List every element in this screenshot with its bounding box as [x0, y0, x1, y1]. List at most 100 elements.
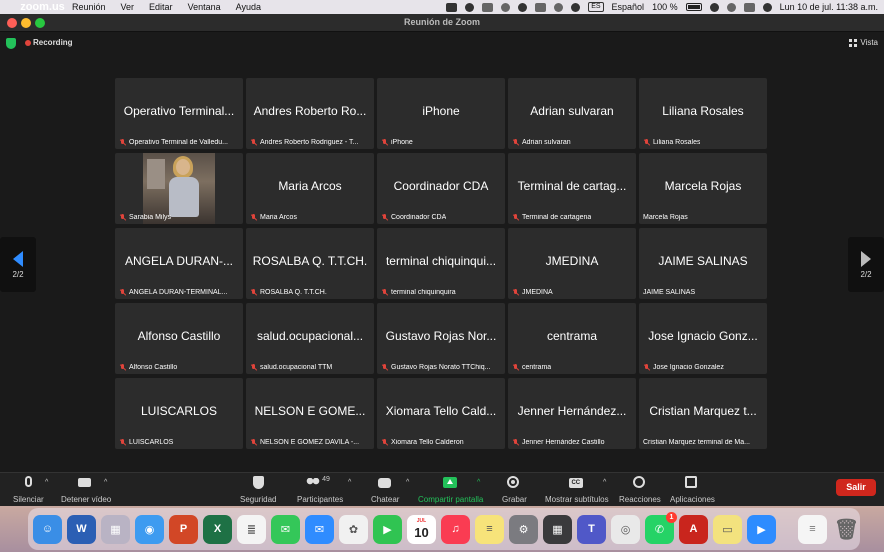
trash-icon[interactable]: 🗑: [832, 515, 861, 544]
previous-page-button[interactable]: 2/2: [0, 237, 36, 292]
word-icon[interactable]: W: [67, 514, 96, 544]
calculator-icon[interactable]: ▦: [543, 514, 572, 544]
battery-icon[interactable]: [685, 3, 702, 11]
music-icon[interactable]: ♫: [441, 514, 470, 544]
input-source-label[interactable]: Español: [612, 2, 645, 12]
menu-ventana[interactable]: Ventana: [188, 0, 221, 14]
facetime-icon[interactable]: ▶: [373, 514, 402, 544]
view-button[interactable]: Vista: [849, 38, 878, 47]
recording-indicator[interactable]: Recording: [33, 38, 73, 47]
captions-caret-icon[interactable]: ^: [603, 479, 606, 486]
participant-tile[interactable]: Maria Arcos Maria Arcos: [246, 153, 374, 224]
acrobat-icon[interactable]: A: [679, 514, 708, 544]
participant-tile[interactable]: Adrian sulvaran Adrian sulvaran: [508, 78, 636, 149]
participant-tile[interactable]: salud.ocupacional... salud.ocupacional TT…: [246, 303, 374, 374]
chrome-icon[interactable]: ◎: [611, 514, 640, 544]
mail-icon[interactable]: ✉: [305, 514, 334, 544]
menu-ver[interactable]: Ver: [121, 0, 135, 14]
participant-name-label: Jenner Hernández Castillo: [512, 439, 632, 446]
participant-tile[interactable]: LUISCARLOS LUISCARLOS: [115, 378, 243, 449]
excel-icon[interactable]: X: [203, 514, 232, 544]
chat-button[interactable]: Chatear: [371, 476, 399, 504]
participants-button[interactable]: 49 Participantes: [297, 476, 343, 504]
participant-tile[interactable]: terminal chiquinqui... terminal chiquinqu…: [377, 228, 505, 299]
chat-caret-icon[interactable]: ^: [406, 479, 409, 486]
apps-button[interactable]: Aplicaciones: [670, 476, 715, 504]
clock[interactable]: Lun 10 de jul. 11:38 a.m.: [780, 2, 878, 12]
participant-tile[interactable]: Jenner Hernández... Jenner Hernández Cast…: [508, 378, 636, 449]
share-caret-icon[interactable]: ^: [477, 479, 480, 486]
record-button[interactable]: Grabar: [502, 476, 527, 504]
bluetooth-icon[interactable]: [518, 2, 528, 12]
participant-tile[interactable]: iPhone iPhone: [377, 78, 505, 149]
desktop-background: ☺ W ▦ ◉ P X ≣ ✉ ✉ ✿ ▶ JUL 10 ♫ ≡ ⚙ ▦ T ◎ ✆ 1 A ▭ ▶ ≡ 🗑: [0, 506, 884, 552]
participant-tile[interactable]: ANGELA DURAN-... ANGELA DURAN-TERMINAL...: [115, 228, 243, 299]
participant-tile[interactable]: Coordinador CDA Coordinador CDA: [377, 153, 505, 224]
participants-caret-icon[interactable]: ^: [348, 479, 351, 486]
messages-icon[interactable]: ✉: [271, 514, 300, 544]
zoom-icon[interactable]: ▶: [747, 514, 776, 544]
document-icon[interactable]: ≡: [798, 514, 827, 544]
zoom-status-icon[interactable]: [446, 2, 458, 12]
time-machine-icon[interactable]: [554, 2, 564, 12]
launchpad-icon[interactable]: ▦: [101, 514, 130, 544]
participant-tile[interactable]: Operativo Terminal... Operativo Terminal …: [115, 78, 243, 149]
teams-icon[interactable]: T: [577, 514, 606, 544]
notes-icon[interactable]: ≡: [475, 514, 504, 544]
photos-icon[interactable]: ✿: [339, 514, 368, 544]
participant-tile[interactable]: JMEDINA JMEDINA: [508, 228, 636, 299]
participant-tile[interactable]: Sarabia Milys: [115, 153, 243, 224]
video-options-caret-icon[interactable]: ^: [104, 479, 107, 486]
dark-mode-icon[interactable]: [571, 2, 581, 12]
participant-tile[interactable]: ROSALBA Q. T.T.CH. ROSALBA Q. T.T.CH.: [246, 228, 374, 299]
participant-tile[interactable]: Liliana Rosales Liliana Rosales: [639, 78, 767, 149]
participant-tile[interactable]: centrama centrama: [508, 303, 636, 374]
powerpoint-icon[interactable]: P: [169, 514, 198, 544]
photos-icon-glyph: ✿: [348, 523, 359, 536]
menu-ayuda[interactable]: Ayuda: [236, 0, 261, 14]
calendar-icon[interactable]: JUL 10: [407, 514, 436, 544]
participant-tile[interactable]: Cristian Marquez t... Cristian Marquez te…: [639, 378, 767, 449]
creative-cloud-icon[interactable]: [465, 2, 475, 12]
participant-tile[interactable]: Alfonso Castillo Alfonso Castillo: [115, 303, 243, 374]
participant-display-name: Terminal de cartag...: [517, 179, 627, 193]
system-preferences-icon[interactable]: ⚙: [509, 514, 538, 544]
participant-tile[interactable]: Andres Roberto Ro... Andres Roberto Rodri…: [246, 78, 374, 149]
encryption-shield-icon[interactable]: [6, 38, 16, 49]
mute-button[interactable]: Silenciar: [13, 476, 44, 504]
safari-icon[interactable]: ◉: [135, 514, 164, 544]
participant-tile[interactable]: NELSON E GOME... NELSON E GOMEZ DAVILA -.…: [246, 378, 374, 449]
reactions-button[interactable]: Reacciones: [619, 476, 661, 504]
spotlight-icon[interactable]: [726, 2, 736, 12]
next-page-button[interactable]: 2/2: [848, 237, 884, 292]
wifi-icon[interactable]: [709, 2, 719, 12]
menu-editar[interactable]: Editar: [149, 0, 173, 14]
finder-icon-glyph: ☺: [41, 523, 54, 535]
participant-tile[interactable]: Gustavo Rojas Nor... Gustavo Rojas Norato…: [377, 303, 505, 374]
show-captions-button[interactable]: CC Mostrar subtítulos: [545, 476, 609, 504]
participant-tile[interactable]: JAIME SALINAS JAIME SALINAS: [639, 228, 767, 299]
control-center-icon[interactable]: [743, 2, 755, 12]
keyboard-layout[interactable]: ES: [588, 2, 604, 12]
teams-status-icon[interactable]: [501, 2, 511, 12]
security-button[interactable]: Seguridad: [240, 476, 276, 504]
apple-icon[interactable]: [6, 2, 16, 13]
participant-tile[interactable]: Terminal de cartag... Terminal de cartage…: [508, 153, 636, 224]
stickies-icon[interactable]: ▭: [713, 514, 742, 544]
siri-icon[interactable]: [762, 2, 772, 12]
screen-share-icon[interactable]: [482, 2, 494, 12]
participant-tile[interactable]: Jose Ignacio Gonz... Jose Ignacio Gonzale…: [639, 303, 767, 374]
volume-icon[interactable]: [535, 2, 547, 12]
audio-options-caret-icon[interactable]: ^: [45, 479, 48, 486]
participant-tile[interactable]: Xiomara Tello Cald... Xiomara Tello Calde…: [377, 378, 505, 449]
whatsapp-icon[interactable]: ✆ 1: [645, 511, 677, 544]
participants-label: Participantes: [297, 495, 344, 504]
finder-icon[interactable]: ☺: [33, 514, 62, 544]
share-screen-button[interactable]: Compartir pantalla: [418, 476, 483, 504]
whatsapp-icon-glyph: ✆: [654, 523, 665, 536]
menu-reunion[interactable]: Reunión: [72, 0, 106, 14]
calendar-month: JUL: [416, 517, 427, 524]
leave-meeting-button[interactable]: Salir: [836, 479, 876, 496]
reminders-icon[interactable]: ≣: [237, 514, 266, 544]
participant-tile[interactable]: Marcela Rojas Marcela Rojas: [639, 153, 767, 224]
